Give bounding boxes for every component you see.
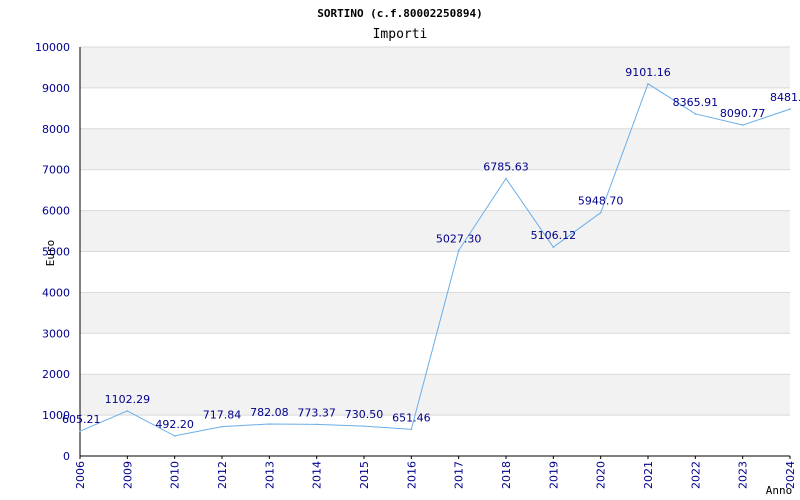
chart: SORTINO (c.f.80002250894) Importi 010002… [35, 7, 800, 497]
data-point [410, 428, 413, 431]
y-tick-label: 6000 [42, 205, 70, 218]
data-label: 1102.29 [105, 393, 151, 406]
x-tick-label: 2006 [74, 461, 87, 489]
x-tick-label: 2016 [405, 461, 418, 489]
x-tick-label: 2014 [311, 461, 324, 489]
y-tick-label: 2000 [42, 368, 70, 381]
y-tick-label: 4000 [42, 286, 70, 299]
data-label: 9101.16 [625, 66, 671, 79]
grid-band [80, 128, 790, 170]
data-point [599, 211, 602, 214]
data-point [694, 113, 697, 115]
data-point [647, 82, 649, 85]
data-point [79, 430, 81, 433]
data-label: 773.37 [297, 406, 336, 419]
x-tick-label: 2022 [689, 461, 702, 489]
grid-band [80, 292, 790, 334]
y-tick-label: 0 [63, 450, 70, 463]
data-point [268, 423, 271, 425]
data-point [315, 423, 318, 426]
x-axis-label: Anno [766, 484, 793, 497]
data-point [552, 246, 555, 248]
data-label: 5027.30 [436, 232, 482, 245]
x-axis-ticks: 2006 2009 2010 2012 2013 2014 2015 2016 2017 2018… [74, 456, 797, 489]
x-tick-label: 2010 [169, 461, 182, 489]
data-label: 6785.63 [483, 160, 529, 173]
x-tick-label: 2020 [595, 461, 608, 489]
x-tick-label: 2023 [737, 461, 750, 489]
x-tick-label: 2012 [216, 461, 229, 489]
data-label: 605.21 [62, 413, 101, 426]
y-axis-label: Euro [44, 240, 57, 267]
y-tick-label: 9000 [42, 82, 70, 95]
data-point [173, 435, 176, 437]
x-tick-label: 2017 [453, 461, 466, 489]
x-tick-label: 2018 [500, 461, 513, 489]
data-label: 492.20 [155, 418, 194, 431]
y-tick-label: 3000 [42, 327, 70, 340]
data-point [221, 425, 223, 428]
data-point [126, 410, 129, 412]
data-label: 717.84 [203, 409, 242, 422]
chart-subtitle: Importi [373, 27, 428, 42]
x-tick-label: 2009 [121, 461, 134, 489]
data-point [457, 249, 460, 252]
data-point [505, 177, 507, 180]
chart-title: SORTINO (c.f.80002250894) [317, 7, 483, 20]
y-tick-label: 7000 [42, 164, 70, 177]
grid-band [80, 374, 790, 416]
data-label: 8481.8 [770, 91, 800, 104]
data-point [789, 108, 791, 110]
grid-band [80, 47, 790, 88]
y-tick-label: 8000 [42, 123, 70, 136]
data-point [363, 425, 365, 427]
x-tick-label: 2015 [358, 461, 371, 489]
data-point [741, 124, 744, 126]
data-label: 730.50 [345, 408, 384, 421]
x-tick-label: 2019 [547, 461, 560, 489]
y-tick-label: 10000 [35, 41, 70, 54]
data-label: 5948.70 [578, 195, 624, 208]
x-tick-label: 2021 [642, 461, 655, 489]
data-label: 782.08 [250, 406, 289, 419]
data-label: 8365.91 [673, 96, 719, 109]
x-tick-label: 2013 [263, 461, 276, 489]
data-label: 5106.12 [531, 229, 577, 242]
data-label: 8090.77 [720, 107, 766, 120]
data-label: 651.46 [392, 411, 431, 424]
